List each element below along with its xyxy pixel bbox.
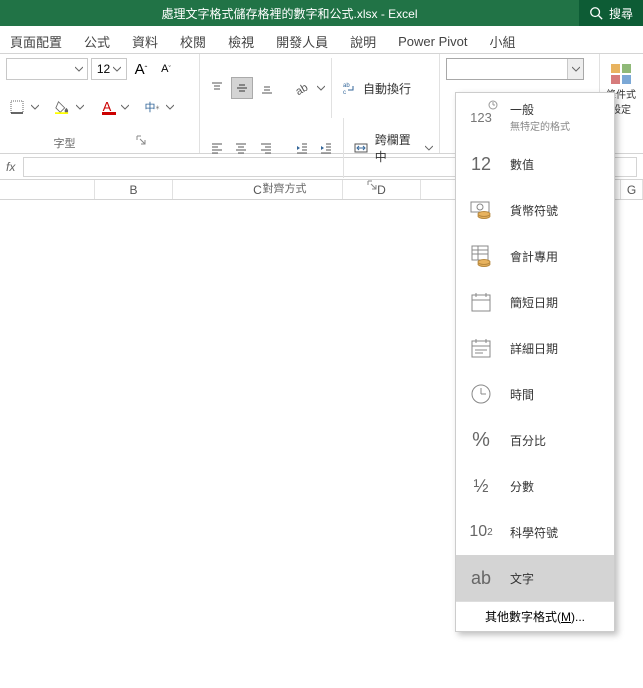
tab-review[interactable]: 校閱 [180,30,206,53]
number-format-icon: 12 [466,149,496,179]
font-size-value: 12 [97,62,110,76]
format-time[interactable]: 時間 [456,371,614,417]
border-button[interactable] [6,96,28,118]
chevron-down-icon[interactable] [425,139,433,157]
svg-text:ab: ab [343,83,350,89]
clock-icon [466,379,496,409]
format-accounting[interactable]: 會計專用 [456,233,614,279]
col-header[interactable] [0,180,95,199]
fraction-icon: ½ [466,471,496,501]
chevron-down-icon[interactable] [76,98,84,116]
chevron-down-icon [113,65,121,73]
font-name-combo[interactable] [6,58,88,80]
chevron-down-icon[interactable] [121,98,129,116]
format-long-date[interactable]: 詳細日期 [456,325,614,371]
window-title: 處理文字格式儲存格裡的數字和公式.xlsx - Excel [0,5,579,22]
format-general[interactable]: 123 一般無特定的格式 [456,93,614,141]
align-left-button[interactable] [206,137,228,159]
short-date-icon [466,287,496,317]
percent-icon: % [466,425,496,455]
merge-center-button[interactable] [350,137,372,159]
format-text[interactable]: ab 文字 [456,555,614,601]
chevron-down-icon [572,65,580,73]
chevron-down-icon[interactable] [166,98,174,116]
number-format-combo[interactable] [446,58,584,80]
decrease-indent-button[interactable] [291,137,313,159]
align-right-button[interactable] [255,137,277,159]
scientific-icon: 102 [466,517,496,547]
format-fraction[interactable]: ½ 分數 [456,463,614,509]
tab-view[interactable]: 檢視 [228,30,254,53]
increase-indent-button[interactable] [316,137,338,159]
tab-formulas[interactable]: 公式 [84,30,110,53]
group-label-font: 字型 [54,135,76,151]
phonetic-button[interactable]: 中⁎ [141,96,163,118]
dialog-launcher-icon[interactable] [136,135,146,145]
wrap-text-label[interactable]: 自動換行 [363,80,411,97]
number-format-dropdown: 123 一般無特定的格式 12 數值 貨幣符號 會計專用 簡短日期 詳細日期 時… [455,92,615,632]
font-color-button[interactable]: A [96,96,118,118]
tab-developer[interactable]: 開發人員 [276,30,328,53]
conditional-format-icon [609,62,633,86]
format-number[interactable]: 12 數值 [456,141,614,187]
orientation-button[interactable]: ab [292,77,314,99]
accounting-icon [466,241,496,271]
align-center-button[interactable] [231,137,253,159]
chevron-down-icon[interactable] [317,79,325,97]
ribbon-tabs: 頁面配置 公式 資料 校閱 檢視 開發人員 說明 Power Pivot 小組 [0,26,643,54]
align-middle-button[interactable] [231,77,253,99]
text-format-icon: ab [466,563,496,593]
align-top-button[interactable] [206,77,228,99]
col-header-c[interactable]: C [173,180,343,199]
chevron-down-icon [75,65,83,73]
title-bar: 處理文字格式儲存格裡的數字和公式.xlsx - Excel 搜尋 [0,0,643,26]
fx-label[interactable]: fx [6,160,15,174]
more-number-formats[interactable]: 其他數字格式(M)... [456,601,614,631]
col-header-g[interactable]: G [621,180,643,199]
svg-text:ab: ab [296,82,310,95]
col-header-b[interactable]: B [95,180,173,199]
ribbon-group-font: 12 Aˆ Aˇ A 中⁎ 字型 [0,54,200,153]
currency-icon [466,195,496,225]
format-scientific[interactable]: 102 科學符號 [456,509,614,555]
tab-data[interactable]: 資料 [132,30,158,53]
wrap-text-button[interactable]: abc [338,77,360,99]
tab-power-pivot[interactable]: Power Pivot [398,32,467,51]
col-header-d[interactable]: D [343,180,421,199]
general-format-icon: 123 [466,102,496,132]
increase-font-button[interactable]: Aˆ [130,58,152,80]
format-currency[interactable]: 貨幣符號 [456,187,614,233]
number-format-value [447,59,567,79]
format-short-date[interactable]: 簡短日期 [456,279,614,325]
align-bottom-button[interactable] [256,77,278,99]
merge-center-label[interactable]: 跨欄置中 [375,131,422,165]
chevron-down-icon[interactable] [31,98,39,116]
search-box[interactable]: 搜尋 [579,0,643,26]
tab-team[interactable]: 小組 [489,30,515,53]
format-percentage[interactable]: % 百分比 [456,417,614,463]
tab-page-layout[interactable]: 頁面配置 [10,30,62,53]
ribbon-group-alignment: ab abc 自動換行 跨欄置中 對齊方式 [200,54,440,153]
decrease-font-button[interactable]: Aˇ [155,58,177,80]
font-size-combo[interactable]: 12 [91,58,127,80]
number-format-dropdown-button[interactable] [567,59,583,79]
search-label: 搜尋 [609,5,633,22]
tab-help[interactable]: 說明 [350,30,376,53]
search-icon [589,6,603,20]
long-date-icon [466,333,496,363]
svg-text:c: c [343,90,346,95]
fill-color-button[interactable] [51,96,73,118]
